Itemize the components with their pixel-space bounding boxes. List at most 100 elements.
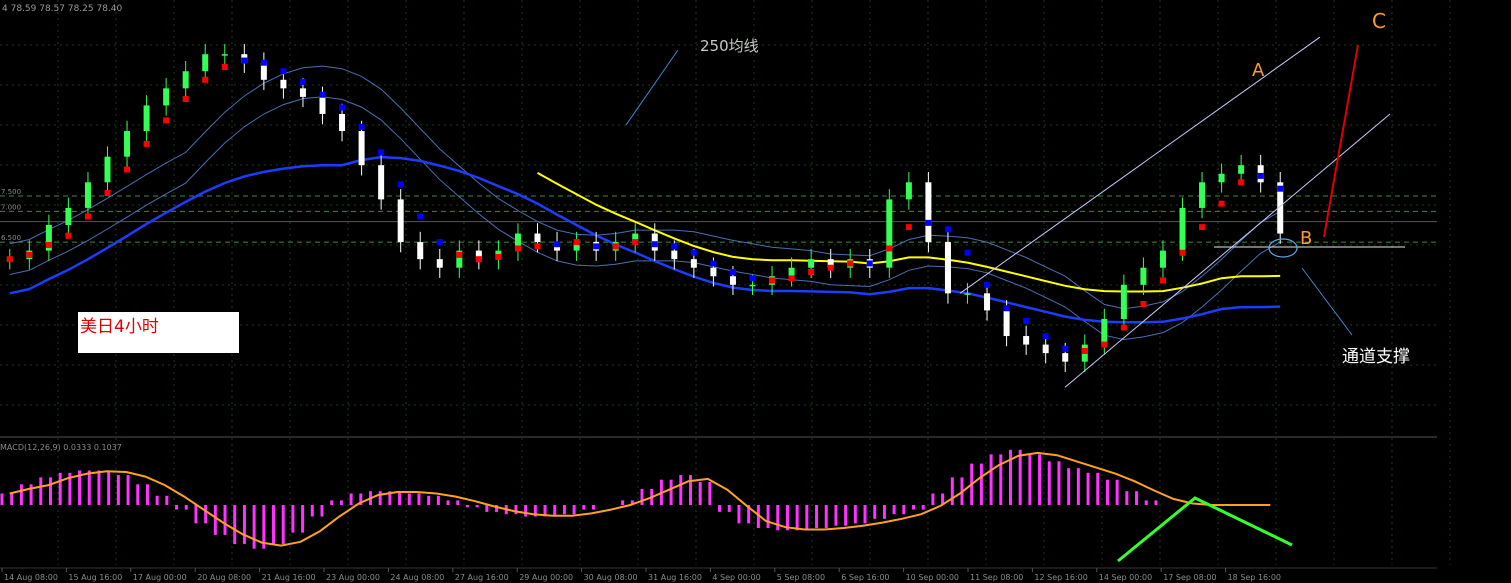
trend-marker bbox=[925, 219, 932, 226]
candle-body bbox=[417, 242, 424, 260]
candle-body bbox=[299, 88, 306, 97]
ma-label: 250均线 bbox=[700, 37, 759, 55]
trend-marker bbox=[163, 117, 170, 124]
x-tick-label: 29 Aug 00:00 bbox=[519, 573, 573, 582]
trend-marker bbox=[886, 245, 893, 252]
trend-marker bbox=[1238, 179, 1245, 186]
candle-body bbox=[280, 79, 287, 89]
trend-marker bbox=[514, 245, 521, 252]
x-tick-label: 15 Aug 16:00 bbox=[68, 573, 122, 582]
trend-marker bbox=[1101, 341, 1108, 348]
label-c: C bbox=[1372, 9, 1386, 33]
trend-marker bbox=[1062, 345, 1069, 352]
trend-marker bbox=[866, 260, 873, 267]
candle-body bbox=[436, 259, 443, 268]
trend-marker bbox=[319, 91, 326, 98]
trend-marker bbox=[827, 264, 834, 271]
candle-body bbox=[339, 113, 346, 132]
x-tick-label: 14 Aug 08:00 bbox=[4, 573, 58, 582]
trend-marker bbox=[104, 189, 111, 196]
trend-marker bbox=[45, 241, 52, 248]
x-tick-label: 23 Aug 00:00 bbox=[326, 573, 380, 582]
x-tick-label: 30 Aug 08:00 bbox=[584, 573, 638, 582]
trend-marker bbox=[1257, 172, 1264, 179]
candle-body bbox=[1179, 207, 1186, 251]
trend-marker bbox=[593, 243, 600, 250]
ohlc-header: 4 78.59 78.57 78.25 78.40 bbox=[2, 4, 123, 14]
candle-body bbox=[534, 233, 541, 243]
trend-marker bbox=[378, 149, 385, 156]
trend-marker bbox=[65, 232, 72, 239]
trend-marker bbox=[143, 140, 150, 147]
candle-body bbox=[1023, 336, 1030, 345]
trend-marker bbox=[1159, 277, 1166, 284]
candle-body bbox=[886, 199, 893, 268]
trend-marker bbox=[1277, 185, 1284, 192]
candle-body bbox=[124, 131, 131, 157]
candle-body bbox=[163, 88, 170, 106]
trend-marker bbox=[417, 213, 424, 220]
x-tick-label: 24 Aug 08:00 bbox=[390, 573, 444, 582]
trend-marker bbox=[632, 239, 639, 246]
trend-marker bbox=[495, 254, 502, 261]
trend-marker bbox=[808, 268, 815, 275]
trend-marker bbox=[6, 256, 13, 263]
trend-marker bbox=[26, 251, 33, 258]
x-tick-label: 17 Aug 00:00 bbox=[133, 573, 187, 582]
trend-marker bbox=[944, 226, 951, 233]
trend-marker bbox=[710, 260, 717, 267]
candle-body bbox=[397, 199, 404, 243]
candle-body bbox=[1199, 182, 1206, 208]
candle-body bbox=[84, 182, 91, 208]
trend-marker bbox=[241, 57, 248, 64]
x-tick-label: 21 Aug 16:00 bbox=[262, 573, 316, 582]
trend-marker bbox=[534, 243, 541, 250]
y-tick-label: 6.500 bbox=[1, 234, 21, 242]
candle-body bbox=[378, 165, 385, 200]
trend-marker bbox=[124, 166, 131, 173]
candle-body bbox=[710, 267, 717, 277]
candle-body bbox=[749, 284, 756, 287]
trend-marker bbox=[299, 78, 306, 85]
candle-body bbox=[729, 276, 736, 285]
candle-body bbox=[808, 259, 815, 268]
trend-marker bbox=[964, 249, 971, 256]
candle-body bbox=[221, 54, 228, 56]
trend-marker bbox=[1081, 347, 1088, 354]
candle-body bbox=[319, 96, 326, 114]
trend-marker bbox=[788, 275, 795, 282]
x-tick-label: 6 Sep 16:00 bbox=[841, 573, 889, 582]
trend-marker bbox=[475, 256, 482, 263]
x-tick-label: 14 Sep 00:00 bbox=[1099, 573, 1152, 582]
trend-marker bbox=[847, 260, 854, 267]
y-tick-label: 7.500 bbox=[1, 188, 21, 196]
candle-body bbox=[690, 259, 697, 268]
trend-marker bbox=[554, 241, 561, 248]
candle-body bbox=[202, 54, 209, 72]
candle-body bbox=[905, 182, 912, 200]
trend-marker bbox=[1120, 324, 1127, 331]
channel-support-label: 通道支撑 bbox=[1342, 347, 1410, 367]
chart-background bbox=[0, 0, 1511, 583]
trend-marker bbox=[729, 268, 736, 275]
trend-marker bbox=[573, 239, 580, 246]
trend-marker bbox=[221, 63, 228, 70]
label-a: A bbox=[1252, 60, 1265, 81]
trend-marker bbox=[1023, 318, 1030, 325]
trend-marker bbox=[671, 243, 678, 250]
trend-marker bbox=[358, 123, 365, 130]
label-b: B bbox=[1300, 228, 1312, 249]
trend-marker bbox=[397, 181, 404, 188]
x-tick-label: 11 Sep 08:00 bbox=[970, 573, 1023, 582]
x-tick-label: 18 Sep 16:00 bbox=[1228, 573, 1281, 582]
trend-marker bbox=[280, 68, 287, 75]
candle-body bbox=[964, 293, 971, 295]
candle-body bbox=[1238, 165, 1245, 174]
trend-marker bbox=[905, 224, 912, 231]
candle-body bbox=[358, 131, 365, 166]
x-tick-label: 4 Sep 00:00 bbox=[712, 573, 760, 582]
candle-body bbox=[1003, 310, 1010, 337]
trend-marker bbox=[202, 76, 209, 83]
chart-title-text: 美日4小时 bbox=[80, 317, 159, 337]
trend-marker bbox=[339, 104, 346, 111]
